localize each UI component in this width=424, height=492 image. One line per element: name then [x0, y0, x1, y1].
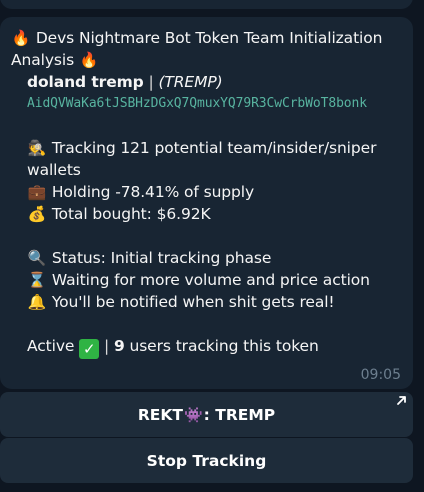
- chat-view: 🔥 Devs Nightmare Bot Token Team Initiali…: [0, 0, 424, 492]
- tracking-line: 🕵 Tracking 121 potential team/insider/sn…: [27, 139, 377, 179]
- briefcase-icon: 💼: [27, 183, 47, 201]
- rekt-tremp-button[interactable]: REKT 👾 : TREMP: [0, 392, 413, 437]
- active-line: Active ✓ | 9 users tracking this token: [11, 335, 407, 359]
- notify-line: 🔔 You'll be notified when shit gets real…: [27, 293, 335, 311]
- external-link-icon: [397, 396, 406, 405]
- separator: |: [104, 337, 110, 355]
- users-text: users tracking this token: [129, 337, 319, 355]
- stop-tracking-button[interactable]: Stop Tracking: [0, 438, 413, 483]
- waiting-line: ⌛ Waiting for more volume and price acti…: [27, 271, 370, 289]
- status-line: 🔍 Status: Initial tracking phase: [27, 249, 272, 267]
- holding-line: 💼 Holding -78.41% of supply: [27, 183, 255, 201]
- active-label: Active: [27, 337, 75, 355]
- rekt-ticker: : TREMP: [203, 405, 276, 424]
- money-bag-icon: 💰: [27, 205, 47, 223]
- token-line: doland tremp | (TREMP): [11, 71, 407, 93]
- magnifier-icon: 🔍: [27, 249, 47, 267]
- token-ticker: (TREMP): [158, 73, 223, 91]
- bought-line: 💰 Total bought: $6.92K: [27, 205, 211, 223]
- token-name: doland tremp: [27, 73, 144, 91]
- hourglass-icon: ⌛: [27, 271, 47, 289]
- users-count: 9: [113, 337, 125, 355]
- message-text: 🔥 Devs Nightmare Bot Token Team Initiali…: [11, 27, 407, 359]
- separator: |: [148, 73, 154, 91]
- fire-icon: 🔥: [79, 51, 99, 69]
- message-timestamp: 09:05: [360, 367, 401, 383]
- alien-monster-icon: 👾: [183, 405, 203, 424]
- contract-address[interactable]: AidQVWaKa6tJSBHzDGxQ7QmuxYQ79R3CwCrbWoT8…: [11, 93, 407, 115]
- fire-icon: 🔥: [11, 29, 31, 47]
- previous-message-bubble: [0, 0, 413, 9]
- detective-icon: 🕵: [27, 139, 47, 157]
- message-bubble: 🔥 Devs Nightmare Bot Token Team Initiali…: [0, 17, 413, 389]
- check-mark-icon: ✓: [79, 339, 100, 359]
- stop-tracking-label: Stop Tracking: [146, 451, 267, 470]
- bell-icon: 🔔: [27, 293, 47, 311]
- rekt-label: REKT: [137, 405, 183, 424]
- message-title: 🔥 Devs Nightmare Bot Token Team Initiali…: [11, 29, 383, 69]
